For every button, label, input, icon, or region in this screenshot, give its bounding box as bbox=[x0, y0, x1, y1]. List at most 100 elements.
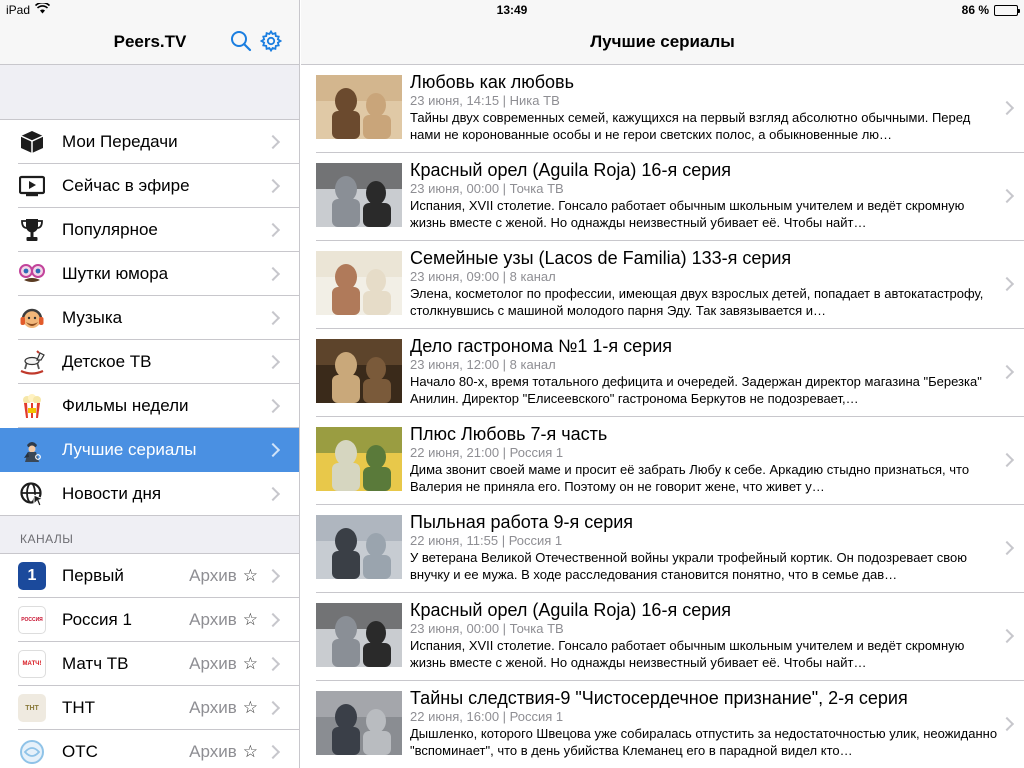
series-description: У ветерана Великой Отечественной войны у… bbox=[410, 550, 968, 582]
channel-row-match-tv[interactable]: МАТЧ! Матч ТВ Архив ☆ bbox=[0, 642, 299, 686]
series-thumbnail bbox=[316, 427, 402, 491]
star-icon[interactable]: ☆ bbox=[243, 698, 258, 718]
series-description: Испания, XVII столетие. Гонсало работает… bbox=[410, 198, 965, 230]
sidebar-header-actions bbox=[230, 30, 282, 52]
sidebar-item-on-air[interactable]: Сейчас в эфире bbox=[0, 164, 299, 208]
chevron-right-icon bbox=[265, 744, 281, 760]
sidebar: Peers.TV Мои Передачи Сейчас в эфире Поп… bbox=[0, 0, 300, 768]
series-row[interactable]: Плюс Любовь 7-я часть 22 июня, 21:00 | Ро… bbox=[301, 417, 1024, 505]
chevron-right-icon bbox=[999, 276, 1015, 292]
chevron-right-icon bbox=[265, 222, 281, 238]
gear-icon[interactable] bbox=[260, 30, 282, 52]
channel-row-rossiya1[interactable]: РОССИЯ Россия 1 Архив ☆ bbox=[0, 598, 299, 642]
series-meta: 22 июня, 11:55 | Россия 1 bbox=[410, 533, 563, 548]
series-row[interactable]: Красный орел (Aguila Roja) 16-я серия 23 … bbox=[301, 593, 1024, 681]
star-icon[interactable]: ☆ bbox=[243, 566, 258, 586]
series-thumbnail bbox=[316, 339, 402, 403]
sidebar-item-humor[interactable]: Шутки юмора bbox=[0, 252, 299, 296]
status-bar: iPad 13:49 86 % bbox=[0, 0, 1024, 20]
series-row[interactable]: Любовь как любовь 23 июня, 14:15 | Ника Т… bbox=[301, 65, 1024, 153]
chevron-right-icon bbox=[265, 134, 281, 150]
search-icon[interactable] bbox=[230, 30, 252, 52]
channel-name: Россия 1 bbox=[62, 610, 132, 629]
sidebar-item-kids-tv[interactable]: Детское ТВ bbox=[0, 340, 299, 384]
chevron-right-icon bbox=[999, 628, 1015, 644]
series-row[interactable]: Дело гастронома №1 1-я серия 23 июня, 12:… bbox=[301, 329, 1024, 417]
headphones-face-icon bbox=[18, 304, 46, 332]
sidebar-item-label: Новости дня bbox=[62, 484, 162, 503]
channel-logo-icon bbox=[18, 738, 46, 766]
channel-row-perviy[interactable]: 1 Первый Архив ☆ bbox=[0, 554, 299, 598]
series-title: Дело гастронома №1 1-я серия bbox=[410, 336, 673, 356]
archive-label[interactable]: Архив bbox=[189, 742, 237, 762]
channel-logo: РОССИЯ bbox=[18, 606, 46, 634]
channel-logo-icon: МАТЧ! bbox=[18, 650, 46, 678]
series-text: Красный орел (Aguila Roja) 16-я серия 23 … bbox=[410, 159, 998, 231]
channel-row-ots[interactable]: ОТС Архив ☆ bbox=[0, 730, 299, 768]
sidebar-item-news[interactable]: Новости дня bbox=[0, 472, 299, 516]
chevron-right-icon bbox=[999, 452, 1015, 468]
sidebar-item-label: Мои Передачи bbox=[62, 132, 178, 151]
series-thumbnail bbox=[316, 603, 402, 667]
sidebar-item-label: Фильмы недели bbox=[62, 396, 189, 415]
sidebar-item-label: Музыка bbox=[62, 308, 123, 327]
sidebar-item-music[interactable]: Музыка bbox=[0, 296, 299, 340]
star-icon[interactable]: ☆ bbox=[243, 742, 258, 762]
channel-logo-icon: РОССИЯ bbox=[18, 606, 46, 634]
battery-percent: 86 % bbox=[961, 3, 989, 17]
archive-label[interactable]: Архив bbox=[189, 610, 237, 630]
series-text: Тайны следствия-9 "Чистосердечное призна… bbox=[410, 687, 998, 759]
chevron-right-icon bbox=[265, 612, 281, 628]
channel-logo: 1 bbox=[18, 562, 46, 590]
main-panel: Лучшие сериалы Любовь как любовь 23 июня,… bbox=[301, 0, 1024, 768]
chevron-right-icon bbox=[999, 716, 1015, 732]
series-title: Красный орел (Aguila Roja) 16-я серия bbox=[410, 600, 732, 620]
chevron-right-icon bbox=[265, 266, 281, 282]
sidebar-item-films-week[interactable]: Фильмы недели bbox=[0, 384, 299, 428]
channel-row-tnt[interactable]: ТНТ ТНТ Архив ☆ bbox=[0, 686, 299, 730]
series-meta: 23 июня, 09:00 | 8 канал bbox=[410, 269, 556, 284]
series-row[interactable]: Красный орел (Aguila Roja) 16-я серия 23 … bbox=[301, 153, 1024, 241]
star-icon[interactable]: ☆ bbox=[243, 610, 258, 630]
series-thumbnail bbox=[316, 691, 402, 755]
sidebar-menu: Мои Передачи Сейчас в эфире Популярное Ш… bbox=[0, 120, 299, 768]
archive-label[interactable]: Архив bbox=[189, 698, 237, 718]
chevron-right-icon bbox=[999, 188, 1015, 204]
series-title: Пыльная работа 9-я серия bbox=[410, 512, 634, 532]
chevron-right-icon bbox=[265, 442, 281, 458]
chevron-right-icon bbox=[999, 364, 1015, 380]
series-text: Любовь как любовь 23 июня, 14:15 | Ника Т… bbox=[410, 71, 998, 143]
chevron-right-icon bbox=[265, 656, 281, 672]
sidebar-item-my-shows[interactable]: Мои Передачи bbox=[0, 120, 299, 164]
channel-name: Первый bbox=[62, 566, 124, 585]
series-description: Испания, XVII столетие. Гонсало работает… bbox=[410, 638, 965, 670]
chevron-right-icon bbox=[265, 486, 281, 502]
sherlock-icon bbox=[18, 436, 46, 464]
series-description: Дима звонит своей маме и просит её забра… bbox=[410, 462, 970, 494]
page-title: Лучшие сериалы bbox=[590, 32, 735, 51]
star-icon[interactable]: ☆ bbox=[243, 654, 258, 674]
archive-label[interactable]: Архив bbox=[189, 654, 237, 674]
popcorn-icon bbox=[18, 392, 46, 420]
series-thumbnail bbox=[316, 75, 402, 139]
sidebar-spacer bbox=[0, 65, 299, 120]
series-row[interactable]: Тайны следствия-9 "Чистосердечное призна… bbox=[301, 681, 1024, 768]
series-meta: 22 июня, 21:00 | Россия 1 bbox=[410, 445, 564, 460]
sidebar-item-best-series[interactable]: Лучшие сериалы bbox=[0, 428, 299, 472]
chevron-right-icon bbox=[265, 398, 281, 414]
series-description: Начало 80-х, время тотального дефицита и… bbox=[410, 374, 982, 406]
series-text: Пыльная работа 9-я серия 22 июня, 11:55 |… bbox=[410, 511, 998, 583]
tv-play-icon bbox=[18, 172, 46, 200]
box-icon bbox=[18, 128, 46, 156]
channel-logo-icon: ТНТ bbox=[18, 694, 46, 722]
series-title: Плюс Любовь 7-я часть bbox=[410, 424, 608, 444]
chevron-right-icon bbox=[265, 310, 281, 326]
channel-logo-icon: 1 bbox=[18, 562, 46, 590]
series-description: Дышленко, которого Швецова уже собиралас… bbox=[410, 726, 998, 758]
channel-name: ОТС bbox=[62, 742, 98, 761]
series-row[interactable]: Семейные узы (Lacos de Familia) 133-я се… bbox=[301, 241, 1024, 329]
channel-name: ТНТ bbox=[62, 698, 96, 717]
archive-label[interactable]: Архив bbox=[189, 566, 237, 586]
series-row[interactable]: Пыльная работа 9-я серия 22 июня, 11:55 |… bbox=[301, 505, 1024, 593]
sidebar-item-popular[interactable]: Популярное bbox=[0, 208, 299, 252]
